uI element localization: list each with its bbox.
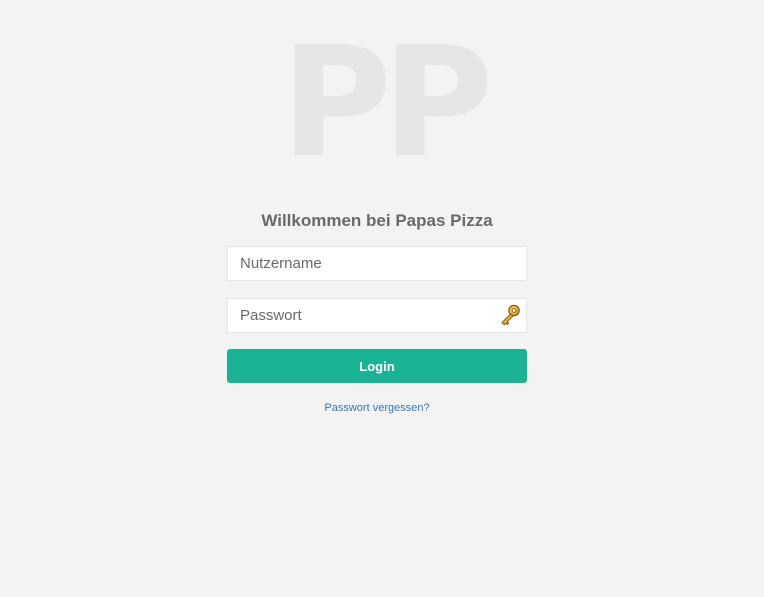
password-field-wrapper [227,298,527,333]
key-icon[interactable] [498,303,522,329]
login-page: PP Willkommen bei Papas Pizza Nutzername… [0,0,764,597]
welcome-title: Willkommen bei Papas Pizza [261,211,493,230]
login-button[interactable]: Login [227,349,527,383]
username-field-wrapper [227,246,527,281]
password-input[interactable] [228,299,526,332]
forgot-password-link[interactable]: Passwort vergessen? [227,402,527,414]
logo: PP [280,14,494,191]
username-input[interactable] [228,247,526,280]
